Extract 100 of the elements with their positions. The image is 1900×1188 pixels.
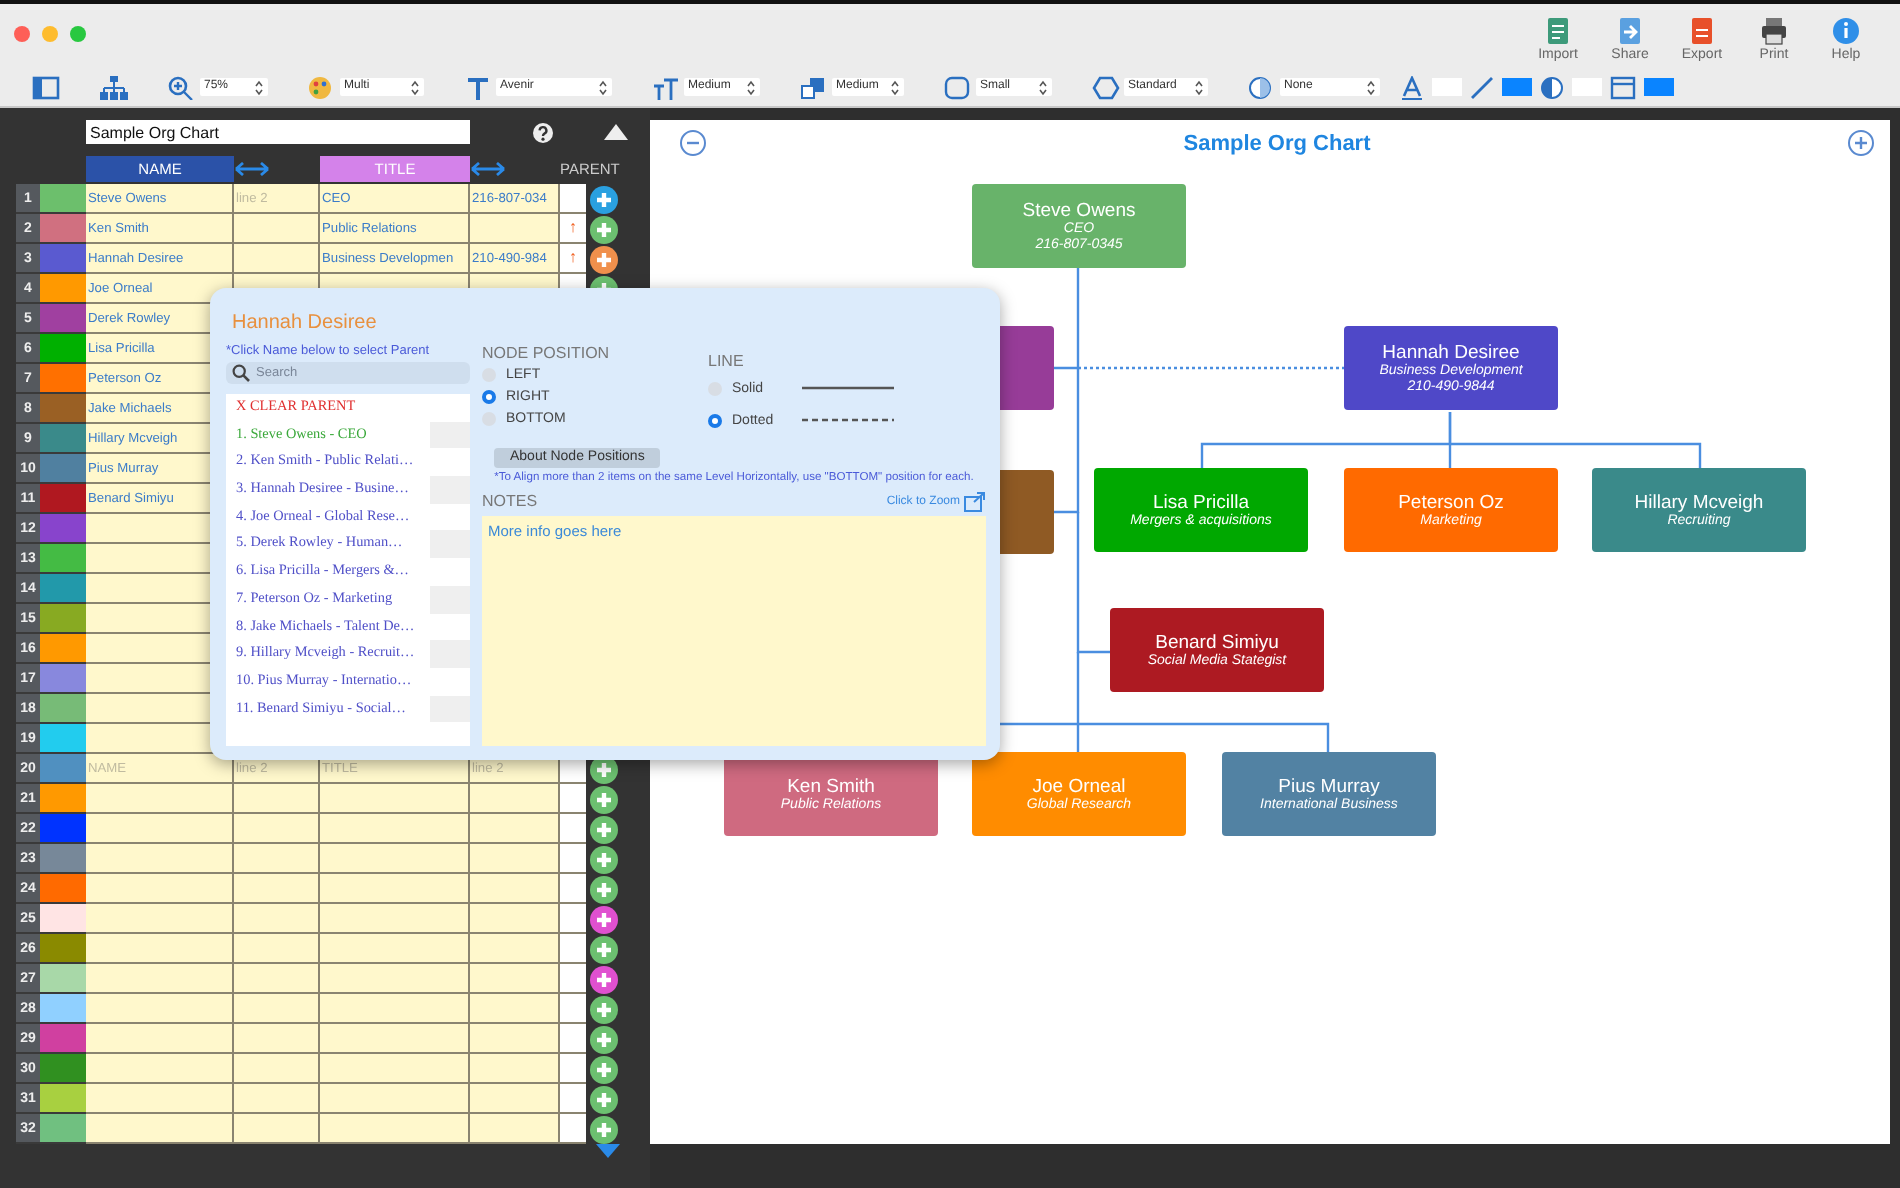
- table-cell[interactable]: [234, 934, 320, 964]
- color-swatch[interactable]: [40, 1024, 86, 1054]
- color-well[interactable]: [1502, 78, 1532, 96]
- close-button[interactable]: [14, 26, 30, 42]
- add-button[interactable]: [589, 185, 617, 213]
- table-cell[interactable]: [470, 1114, 560, 1144]
- parent-cell[interactable]: [560, 994, 586, 1024]
- table-cell[interactable]: [234, 904, 320, 934]
- add-button[interactable]: [589, 845, 617, 873]
- table-cell[interactable]: [470, 904, 560, 934]
- add-button[interactable]: [589, 245, 617, 273]
- color-swatch[interactable]: [40, 244, 86, 274]
- color-swatch[interactable]: [40, 934, 86, 964]
- color-swatch[interactable]: [40, 574, 86, 604]
- zoom-button[interactable]: [70, 26, 86, 42]
- table-cell[interactable]: [234, 1024, 320, 1054]
- add-button[interactable]: [589, 1115, 617, 1143]
- hierarchy-icon[interactable]: [100, 75, 128, 99]
- add-button[interactable]: [589, 965, 617, 993]
- table-cell[interactable]: [320, 1054, 470, 1084]
- parent-cell[interactable]: [560, 1114, 586, 1144]
- zoom-in-icon[interactable]: [1848, 130, 1874, 156]
- table-cell[interactable]: [470, 1054, 560, 1084]
- parent-cell[interactable]: [560, 1084, 586, 1114]
- table-cell[interactable]: [234, 964, 320, 994]
- color-swatch[interactable]: [40, 964, 86, 994]
- table-cell[interactable]: [320, 994, 470, 1024]
- sidebar-icon[interactable]: [32, 75, 60, 99]
- add-button[interactable]: [589, 935, 617, 963]
- parent-cell[interactable]: [560, 874, 586, 904]
- parent-cell[interactable]: [560, 904, 586, 934]
- table-cell[interactable]: [86, 904, 234, 934]
- table-cell[interactable]: [86, 1054, 234, 1084]
- table-cell[interactable]: [470, 964, 560, 994]
- color-swatch[interactable]: [40, 604, 86, 634]
- color-swatch[interactable]: [40, 484, 86, 514]
- parent-cell[interactable]: [560, 784, 586, 814]
- color-swatch[interactable]: [40, 364, 86, 394]
- color-swatch[interactable]: [40, 694, 86, 724]
- add-button[interactable]: [589, 1085, 617, 1113]
- parent-cell[interactable]: [560, 934, 586, 964]
- table-cell[interactable]: [320, 1114, 470, 1144]
- color-swatch[interactable]: [40, 784, 86, 814]
- color-swatch[interactable]: [40, 424, 86, 454]
- table-cell[interactable]: [234, 814, 320, 844]
- color-swatch[interactable]: [40, 844, 86, 874]
- table-cell[interactable]: [234, 244, 320, 274]
- table-cell[interactable]: [86, 874, 234, 904]
- color-swatch[interactable]: [40, 544, 86, 574]
- scroll-up-icon[interactable]: [604, 124, 628, 140]
- color-swatch[interactable]: [40, 274, 86, 304]
- table-cell[interactable]: [470, 934, 560, 964]
- table-cell[interactable]: [320, 934, 470, 964]
- table-cell[interactable]: [470, 874, 560, 904]
- table-cell[interactable]: [86, 814, 234, 844]
- color-swatch[interactable]: [40, 184, 86, 214]
- color-swatch[interactable]: [40, 214, 86, 244]
- table-cell[interactable]: [86, 964, 234, 994]
- parent-cell[interactable]: [560, 1054, 586, 1084]
- color-swatch[interactable]: [40, 514, 86, 544]
- resize-arrow-icon[interactable]: [470, 162, 506, 176]
- add-button[interactable]: [589, 905, 617, 933]
- add-button[interactable]: [589, 215, 617, 243]
- parent-cell[interactable]: [560, 1024, 586, 1054]
- table-cell[interactable]: [470, 994, 560, 1024]
- table-cell[interactable]: [234, 994, 320, 1024]
- color-swatch[interactable]: [40, 454, 86, 484]
- add-button[interactable]: [589, 815, 617, 843]
- table-cell[interactable]: [470, 784, 560, 814]
- add-button[interactable]: [589, 1055, 617, 1083]
- table-cell[interactable]: [234, 1054, 320, 1084]
- radio-button[interactable]: [708, 413, 722, 427]
- chart-name-field[interactable]: Sample Org Chart: [86, 120, 470, 144]
- table-cell[interactable]: [86, 934, 234, 964]
- table-cell[interactable]: [470, 1024, 560, 1054]
- table-cell[interactable]: [86, 1114, 234, 1144]
- help-icon[interactable]: [532, 121, 554, 143]
- table-cell[interactable]: [320, 1024, 470, 1054]
- table-cell[interactable]: [320, 844, 470, 874]
- color-swatch[interactable]: [40, 634, 86, 664]
- table-cell[interactable]: [234, 1084, 320, 1114]
- table-cell[interactable]: [86, 1084, 234, 1114]
- table-cell[interactable]: [320, 874, 470, 904]
- color-swatch[interactable]: [40, 1114, 86, 1144]
- color-swatch[interactable]: [40, 334, 86, 364]
- resize-arrow-icon[interactable]: [234, 162, 270, 176]
- add-button[interactable]: [589, 785, 617, 813]
- color-swatch[interactable]: [40, 1084, 86, 1114]
- color-swatch[interactable]: [40, 814, 86, 844]
- table-cell[interactable]: [234, 874, 320, 904]
- table-cell[interactable]: [470, 844, 560, 874]
- table-cell[interactable]: [234, 214, 320, 244]
- parent-cell[interactable]: ↑: [560, 244, 586, 274]
- color-swatch[interactable]: [40, 874, 86, 904]
- table-cell[interactable]: [234, 844, 320, 874]
- table-cell[interactable]: [470, 214, 560, 244]
- parent-cell[interactable]: [560, 844, 586, 874]
- table-cell[interactable]: [470, 814, 560, 844]
- table-cell[interactable]: [470, 1084, 560, 1114]
- zoom-out-icon[interactable]: [680, 130, 706, 156]
